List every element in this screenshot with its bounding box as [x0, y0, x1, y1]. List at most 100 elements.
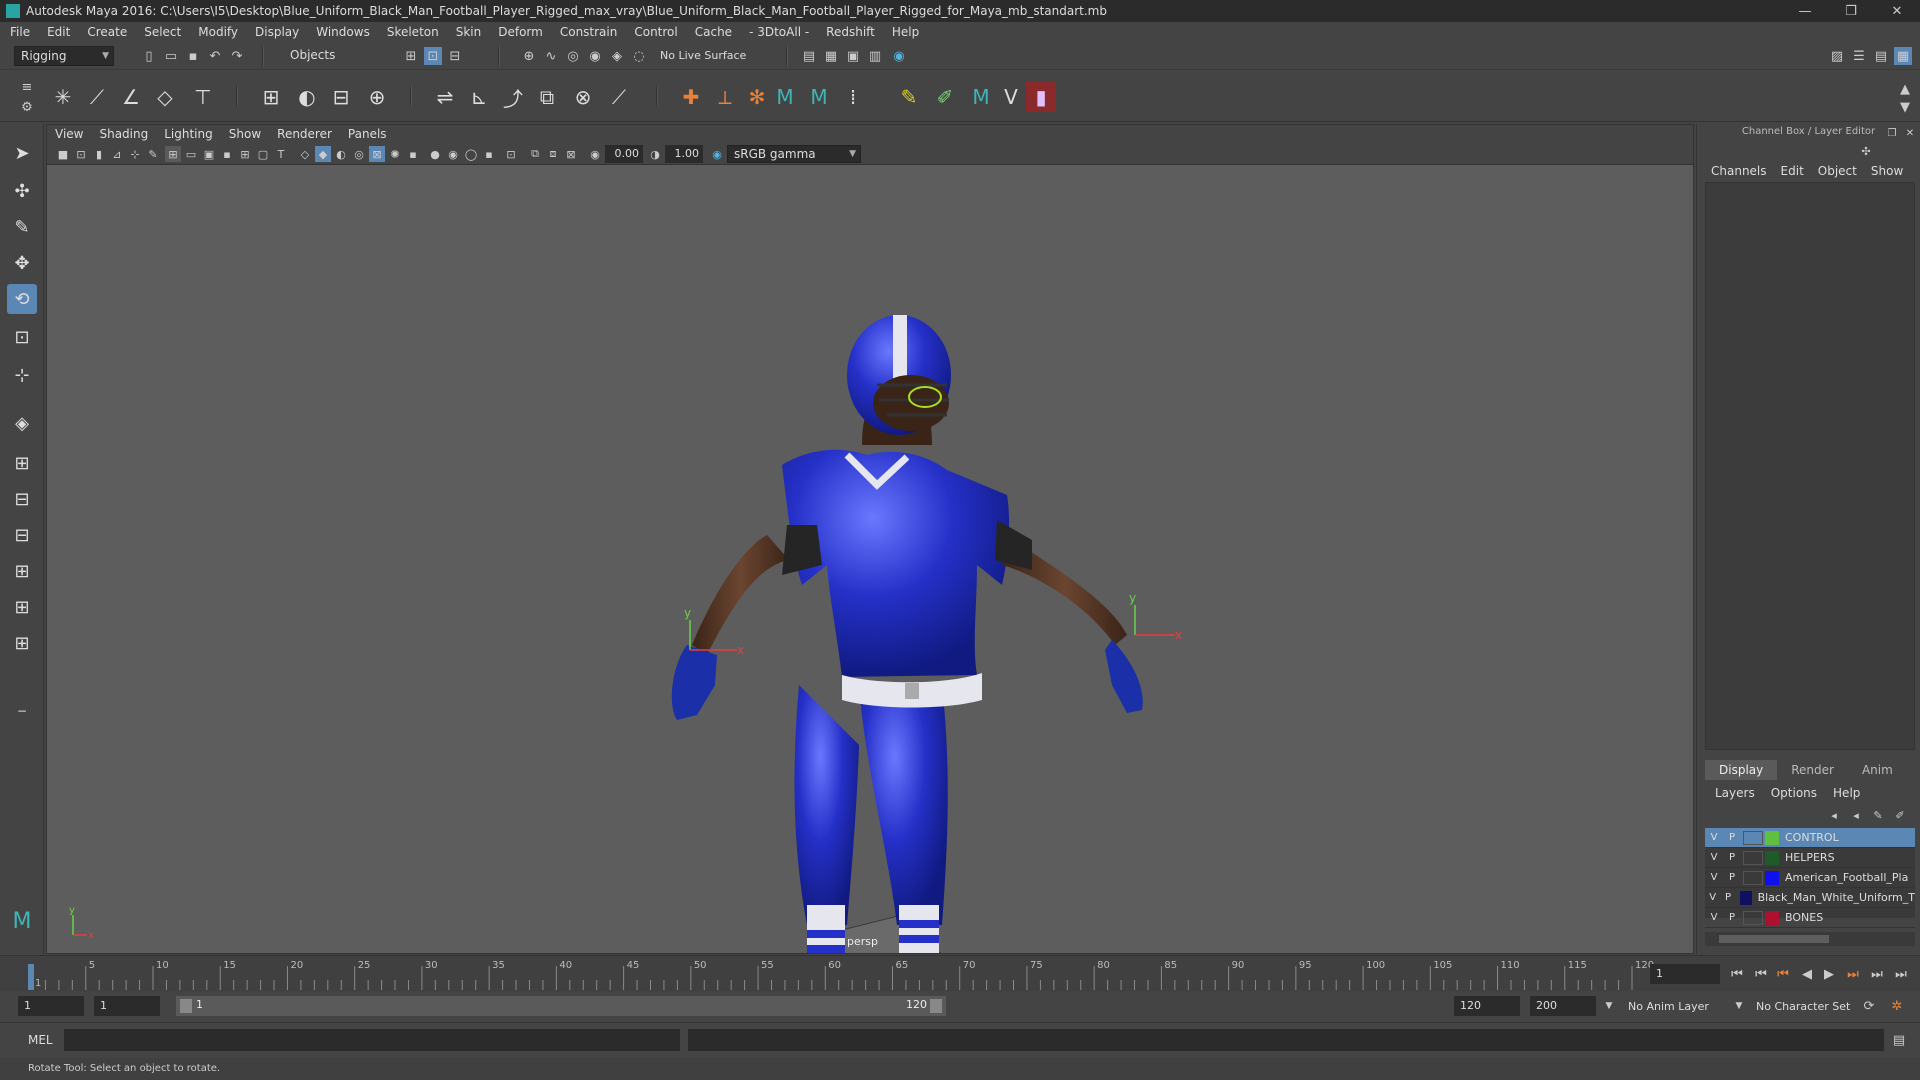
layer-type-toggle[interactable]	[1743, 910, 1763, 925]
menu-3dtoall[interactable]: - 3DtoAll -	[749, 25, 809, 39]
step-back-frame-icon[interactable]: ⏮	[1774, 965, 1792, 983]
snap-surface-icon[interactable]: ◈	[608, 47, 626, 65]
flat-shade-icon[interactable]: ◐	[333, 146, 349, 162]
step-back-key-icon[interactable]: ⏮	[1752, 965, 1770, 983]
redo-icon[interactable]: ↷	[228, 47, 246, 65]
attribute-editor-icon[interactable]: ☰	[1850, 47, 1868, 65]
lattice-icon[interactable]: ⊟	[326, 82, 356, 112]
shelf-scroll-down-icon[interactable]: ▼	[1896, 98, 1914, 116]
bookmark-icon[interactable]: ▮	[91, 146, 107, 162]
layer-name[interactable]: CONTROL	[1785, 831, 1839, 844]
play-backwards-icon[interactable]: ◀	[1798, 965, 1816, 983]
move-layer-up-icon[interactable]: ◂	[1825, 806, 1843, 824]
current-frame-field[interactable]: 1	[1650, 964, 1720, 984]
layout-collapse-icon[interactable]: −	[7, 696, 37, 726]
menu-display[interactable]: Display	[255, 25, 299, 39]
playback-end-field[interactable]: 120	[1454, 996, 1520, 1016]
motion-blur-icon[interactable]: ▪	[481, 146, 497, 162]
le-menu-options[interactable]: Options	[1771, 786, 1817, 800]
time-slider[interactable]: 1 5 10 15 20 25 30 35 40 45 50 55 60 65 70 75 80 85 90 95 10…	[0, 955, 1920, 991]
camera-lock-icon[interactable]: ⊡	[73, 146, 89, 162]
lasso-tool-icon[interactable]: ✣	[7, 176, 37, 206]
tab-render[interactable]: Render	[1777, 760, 1848, 780]
hik-effector-icon[interactable]: ✻	[742, 82, 772, 112]
layer-color-swatch[interactable]	[1739, 890, 1752, 905]
menu-redshift[interactable]: Redshift	[826, 25, 875, 39]
menuset-dropdown[interactable]: Rigging ▼	[14, 46, 114, 66]
anim-layer-label[interactable]: No Anim Layer	[1628, 1000, 1709, 1013]
menu-control[interactable]: Control	[634, 25, 677, 39]
shelf-menu-icon[interactable]: ≡	[18, 78, 36, 96]
layer-visibility-toggle[interactable]: V	[1705, 830, 1723, 846]
scale-tool-icon[interactable]: ⊡	[7, 322, 37, 352]
character-set-label[interactable]: No Character Set	[1756, 1000, 1850, 1013]
four-view-icon[interactable]: ⊞	[7, 448, 37, 478]
wireframe-on-shaded-icon[interactable]: ◎	[351, 146, 367, 162]
mirror-joint-icon[interactable]: ⊤	[188, 82, 218, 112]
tab-anim[interactable]: Anim	[1848, 760, 1907, 780]
move-tool-icon[interactable]: ✥	[7, 248, 37, 278]
layer-playback-toggle[interactable]: P	[1723, 830, 1741, 846]
xray-active-icon[interactable]: ⧈	[545, 146, 561, 162]
single-view-icon[interactable]: ◈	[7, 408, 37, 438]
menu-skeleton[interactable]: Skeleton	[387, 25, 439, 39]
menu-skin[interactable]: Skin	[456, 25, 482, 39]
go-to-end-icon[interactable]: ⏭	[1892, 965, 1910, 983]
script-editor-icon[interactable]: ▤	[1890, 1031, 1908, 1049]
gate-mask-icon[interactable]: ▪	[219, 146, 235, 162]
select-object-icon[interactable]: ⊡	[424, 47, 442, 65]
image-plane-icon[interactable]: ⊿	[109, 146, 125, 162]
layer-visibility-toggle[interactable]: V	[1705, 850, 1723, 866]
channel-box-toggle-icon[interactable]: ▦	[1894, 47, 1912, 65]
layer-name[interactable]: HELPERS	[1785, 851, 1835, 864]
point-constraint-icon[interactable]: ⇌	[430, 82, 460, 112]
layer-visibility-toggle[interactable]: V	[1705, 870, 1723, 886]
open-scene-icon[interactable]: ▭	[162, 47, 180, 65]
menu-edit[interactable]: Edit	[47, 25, 70, 39]
panel-menu-renderer[interactable]: Renderer	[277, 127, 332, 141]
le-menu-help[interactable]: Help	[1833, 786, 1860, 800]
menu-select[interactable]: Select	[144, 25, 181, 39]
render-view-icon[interactable]: ▦	[822, 47, 840, 65]
move-layer-down-icon[interactable]: ◂	[1847, 806, 1865, 824]
joint-tool-icon[interactable]: ✳	[48, 82, 78, 112]
layer-visibility-toggle[interactable]: V	[1705, 890, 1720, 906]
smooth-skin-icon[interactable]: ◐	[292, 82, 322, 112]
layer-type-toggle[interactable]	[1743, 850, 1763, 865]
hik-control-icon[interactable]: M	[804, 82, 834, 112]
new-layer-icon[interactable]: ✎	[1869, 806, 1887, 824]
ik-spline-icon[interactable]: ∠	[116, 82, 146, 112]
isolate-select-icon[interactable]: ⊡	[503, 146, 519, 162]
field-chart-icon[interactable]: ⊞	[237, 146, 253, 162]
bind-skin-icon[interactable]: ⊞	[256, 82, 286, 112]
tool-settings-icon[interactable]: ▤	[1872, 47, 1890, 65]
step-forward-frame-icon[interactable]: ⏭	[1844, 965, 1862, 983]
layer-name[interactable]: Black_Man_White_Uniform_T	[1758, 891, 1915, 904]
render-frame-icon[interactable]: ▣	[844, 47, 862, 65]
view-transform-dropdown[interactable]: sRGB gamma ▼	[727, 145, 861, 163]
safe-action-icon[interactable]: ▢	[255, 146, 271, 162]
aim-constraint-icon[interactable]: ⊾	[464, 82, 494, 112]
snap-point-icon[interactable]: ◎	[564, 47, 582, 65]
cb-menu-object[interactable]: Object	[1818, 164, 1857, 178]
modeling-toolkit-icon[interactable]: ▨	[1828, 47, 1846, 65]
blend-shape-icon[interactable]: V	[996, 82, 1026, 112]
layer-type-toggle[interactable]	[1743, 830, 1763, 845]
color-management-icon[interactable]: ◉	[709, 146, 725, 162]
menu-file[interactable]: File	[10, 25, 30, 39]
skin-cluster-icon[interactable]: ⁞	[838, 82, 868, 112]
snap-together-icon[interactable]: ◌	[630, 47, 648, 65]
close-panel-icon[interactable]: ✕	[1901, 124, 1919, 142]
layer-playback-toggle[interactable]: P	[1723, 870, 1741, 886]
panel-menu-show[interactable]: Show	[229, 127, 261, 141]
render-settings-icon[interactable]: ▤	[800, 47, 818, 65]
backface-culling-icon[interactable]: ⊠	[563, 146, 579, 162]
layer-playback-toggle[interactable]: P	[1723, 850, 1741, 866]
step-forward-key-icon[interactable]: ⏭	[1868, 965, 1886, 983]
snap-grid-icon[interactable]: ⊕	[520, 47, 538, 65]
live-surface-label[interactable]: No Live Surface	[660, 49, 746, 62]
cb-menu-channels[interactable]: Channels	[1711, 164, 1767, 178]
layer-color-swatch[interactable]	[1765, 910, 1779, 925]
layer-visibility-toggle[interactable]: V	[1705, 910, 1723, 926]
menu-modify[interactable]: Modify	[198, 25, 238, 39]
